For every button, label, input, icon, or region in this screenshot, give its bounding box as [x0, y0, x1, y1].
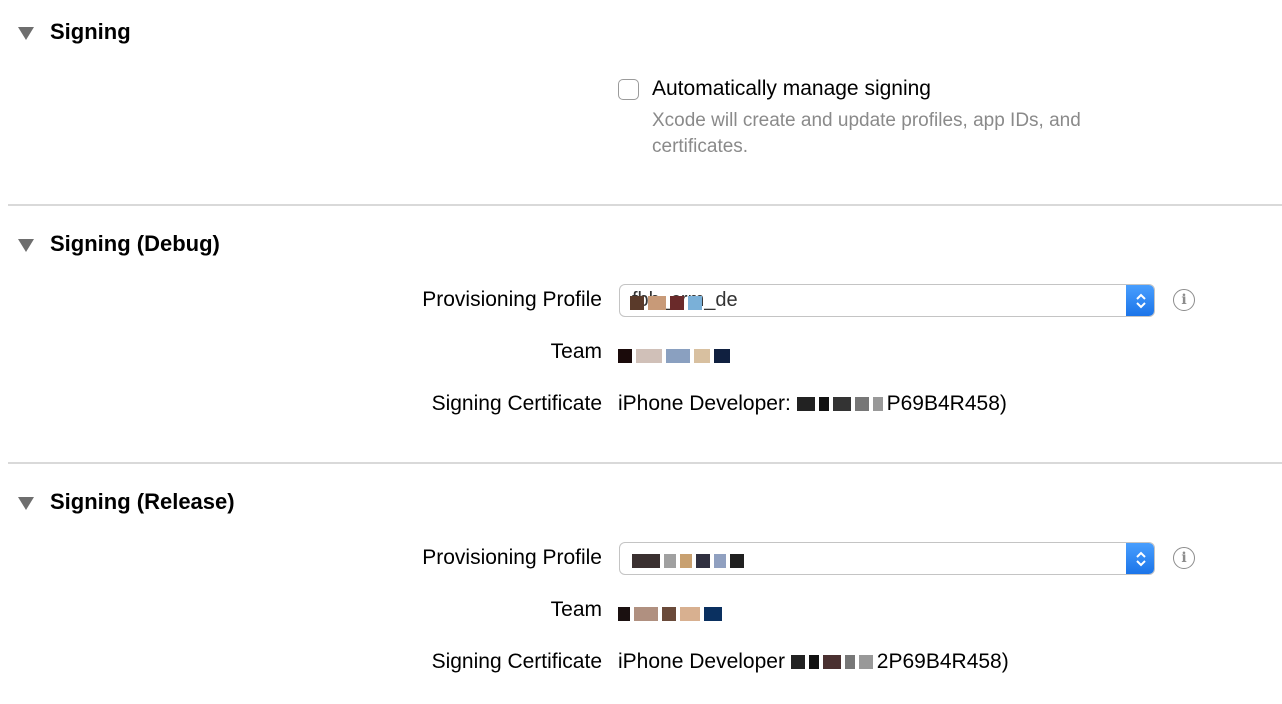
section-divider — [8, 204, 1282, 206]
auto-manage-signing-description: Xcode will create and update profiles, a… — [652, 110, 1081, 157]
section-title: Signing (Debug) — [50, 231, 220, 256]
section-header-signing-debug[interactable]: Signing (Debug) — [18, 231, 220, 257]
certificate-prefix: iPhone Developer: — [618, 392, 791, 415]
section-title: Signing — [50, 19, 131, 44]
redacted-block — [790, 650, 877, 673]
section-header-signing-release[interactable]: Signing (Release) — [18, 489, 235, 515]
team-label: Team — [550, 340, 602, 363]
provisioning-profile-popup[interactable] — [619, 542, 1155, 575]
section-title: Signing (Release) — [50, 489, 235, 514]
signing-certificate-label: Signing Certificate — [431, 392, 602, 415]
disclosure-triangle-icon[interactable] — [18, 496, 34, 510]
auto-manage-signing-checkbox[interactable] — [618, 79, 639, 100]
provisioning-profile-label: Provisioning Profile — [422, 288, 602, 311]
certificate-suffix: P69B4R458) — [886, 392, 1007, 415]
stepper-icon[interactable] — [1126, 543, 1154, 574]
stepper-icon[interactable] — [1126, 285, 1154, 316]
certificate-prefix: iPhone Developer — [618, 650, 785, 673]
team-value-redacted — [618, 344, 734, 368]
provisioning-profile-label: Provisioning Profile — [422, 546, 602, 569]
auto-manage-signing-label[interactable]: Automatically manage signing — [652, 77, 931, 101]
disclosure-triangle-icon[interactable] — [18, 238, 34, 252]
redacted-block — [796, 392, 887, 415]
signing-certificate-label: Signing Certificate — [431, 650, 602, 673]
info-icon[interactable]: i — [1173, 547, 1195, 569]
signing-certificate-value: iPhone Developer: P69B4R458) — [618, 392, 1007, 416]
section-header-signing[interactable]: Signing — [18, 19, 131, 45]
provisioning-profile-popup[interactable]: fbb_crm_de — [619, 284, 1155, 317]
certificate-suffix: 2P69B4R458) — [876, 650, 1009, 673]
signing-certificate-value: iPhone Developer 2P69B4R458) — [618, 650, 1009, 674]
redacted-block — [632, 552, 748, 570]
team-value-redacted — [618, 602, 726, 626]
team-label: Team — [550, 598, 602, 621]
info-icon[interactable]: i — [1173, 289, 1195, 311]
redacted-block — [630, 294, 706, 312]
disclosure-triangle-icon[interactable] — [18, 26, 34, 40]
section-divider — [8, 462, 1282, 464]
